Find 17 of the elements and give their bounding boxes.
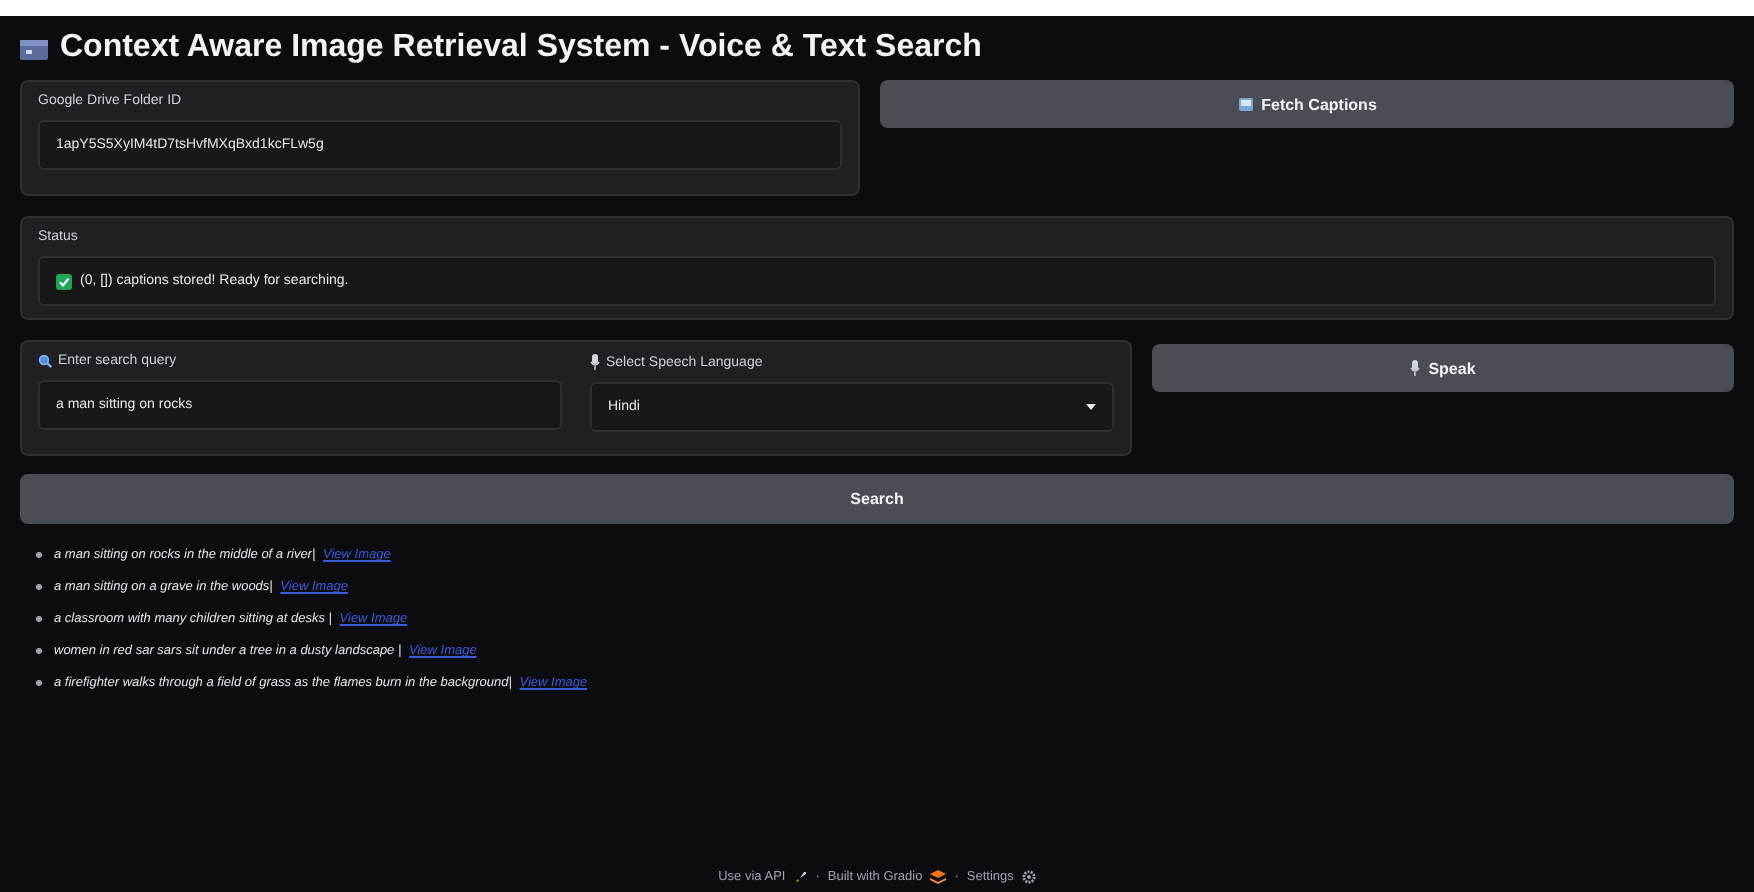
gradio-logo-icon <box>930 870 947 884</box>
settings-icon <box>1021 870 1036 884</box>
bullet-icon <box>36 552 42 558</box>
card-icon <box>20 37 48 59</box>
fetch-captions-button[interactable]: Fetch Captions <box>880 80 1734 128</box>
search-button[interactable]: Search <box>20 474 1734 524</box>
window-title: Context Aware Image Retrieval System - Voice & Text Search <box>60 30 982 66</box>
tray-icon <box>1237 96 1254 112</box>
bullet-icon <box>36 648 42 654</box>
speak-button[interactable]: Speak <box>1152 344 1734 392</box>
bullet-icon <box>36 680 42 686</box>
microphone-icon <box>590 354 600 370</box>
caret-icon <box>1086 404 1096 410</box>
microphone-icon <box>1410 360 1421 376</box>
bullet-icon <box>36 584 42 590</box>
bullet-icon <box>36 616 42 622</box>
search-icon <box>38 354 52 368</box>
